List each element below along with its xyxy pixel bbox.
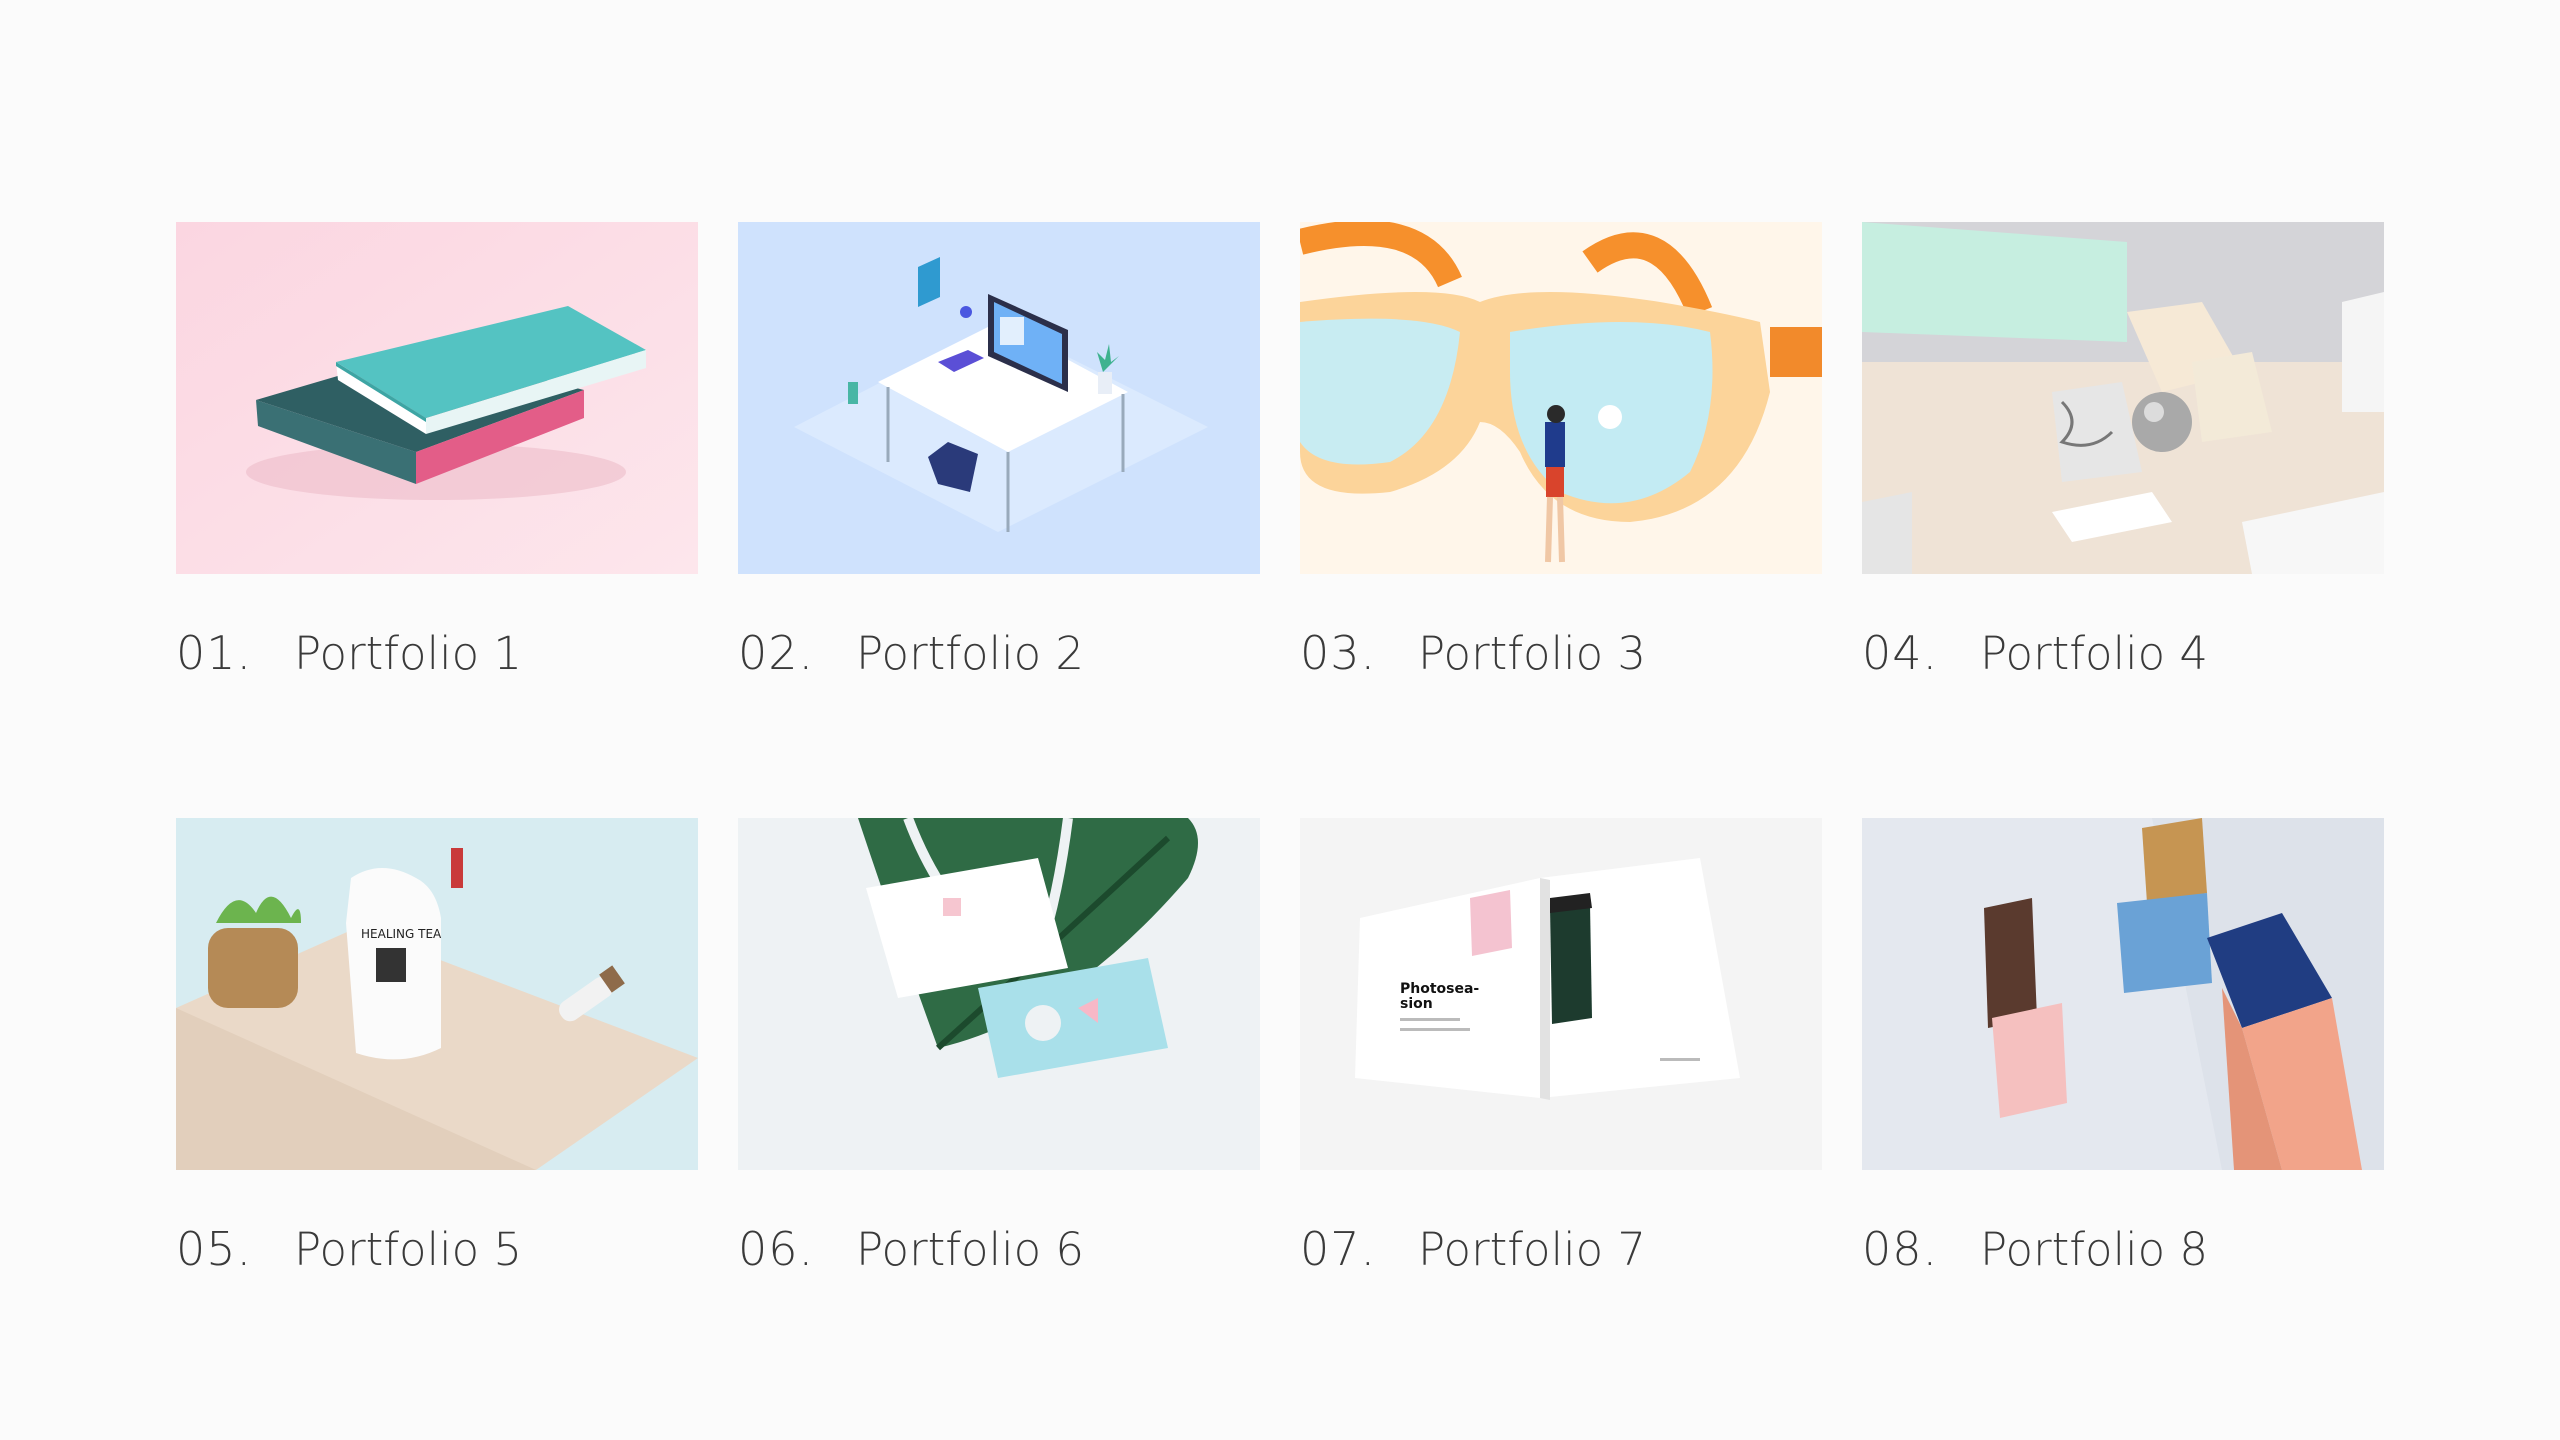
portfolio-card[interactable]: Photosea- sion 07. Portfolio 7	[1300, 818, 1822, 1338]
portfolio-title[interactable]: Portfolio 5	[294, 1223, 522, 1276]
portfolio-grid: 01. Portfolio 1 02. Portfolio 2 03. Port…	[176, 222, 2384, 1338]
portfolio-title[interactable]: Portfolio 6	[856, 1223, 1084, 1276]
portfolio-caption: 03. Portfolio 3	[1300, 626, 1822, 690]
portfolio-number: 05.	[176, 1222, 253, 1276]
magazine-spread-image[interactable]: Photosea- sion	[1300, 818, 1822, 1170]
portfolio-title[interactable]: Portfolio 3	[1418, 627, 1646, 680]
portfolio-title[interactable]: Portfolio 8	[1980, 1223, 2208, 1276]
portfolio-caption: 07. Portfolio 7	[1300, 1222, 1822, 1286]
boxes-mockup-image[interactable]	[1862, 818, 2384, 1170]
portfolio-title[interactable]: Portfolio 7	[1418, 1223, 1646, 1276]
sunglasses-illustration-image[interactable]	[1300, 222, 1822, 574]
portfolio-number: 03.	[1300, 626, 1377, 680]
portfolio-card[interactable]: 03. Portfolio 3	[1300, 222, 1822, 742]
svg-text:HEALING TEA: HEALING TEA	[361, 927, 442, 941]
portfolio-caption: 08. Portfolio 8	[1862, 1222, 2384, 1286]
portfolio-title[interactable]: Portfolio 1	[294, 627, 522, 680]
portfolio-number: 04.	[1862, 626, 1939, 680]
tea-packaging-image[interactable]: HEALING TEA	[176, 818, 698, 1170]
portfolio-number: 08.	[1862, 1222, 1939, 1276]
portfolio-title[interactable]: Portfolio 4	[1980, 627, 2208, 680]
portfolio-caption: 04. Portfolio 4	[1862, 626, 2384, 690]
portfolio-card[interactable]: HEALING TEA 05. Portfolio 5	[176, 818, 698, 1338]
portfolio-caption: 01. Portfolio 1	[176, 626, 698, 690]
portfolio-number: 02.	[738, 626, 815, 680]
portfolio-card[interactable]: 06. Portfolio 6	[738, 818, 1260, 1338]
portfolio-card[interactable]: 02. Portfolio 2	[738, 222, 1260, 742]
stationery-mockup-image[interactable]	[1862, 222, 2384, 574]
portfolio-card[interactable]: 08. Portfolio 8	[1862, 818, 2384, 1338]
portfolio-caption: 05. Portfolio 5	[176, 1222, 698, 1286]
portfolio-card[interactable]: 04. Portfolio 4	[1862, 222, 2384, 742]
portfolio-number: 01.	[176, 626, 253, 680]
portfolio-caption: 02. Portfolio 2	[738, 626, 1260, 690]
books-mockup-image[interactable]	[176, 222, 698, 574]
portfolio-caption: 06. Portfolio 6	[738, 1222, 1260, 1286]
portfolio-card[interactable]: 01. Portfolio 1	[176, 222, 698, 742]
portfolio-title[interactable]: Portfolio 2	[856, 627, 1084, 680]
portfolio-number: 06.	[738, 1222, 815, 1276]
portfolio-number: 07.	[1300, 1222, 1377, 1276]
svg-text:sion: sion	[1400, 996, 1433, 1012]
isometric-workspace-image[interactable]	[738, 222, 1260, 574]
svg-text:Photosea-: Photosea-	[1400, 981, 1479, 997]
business-cards-leaf-image[interactable]	[738, 818, 1260, 1170]
